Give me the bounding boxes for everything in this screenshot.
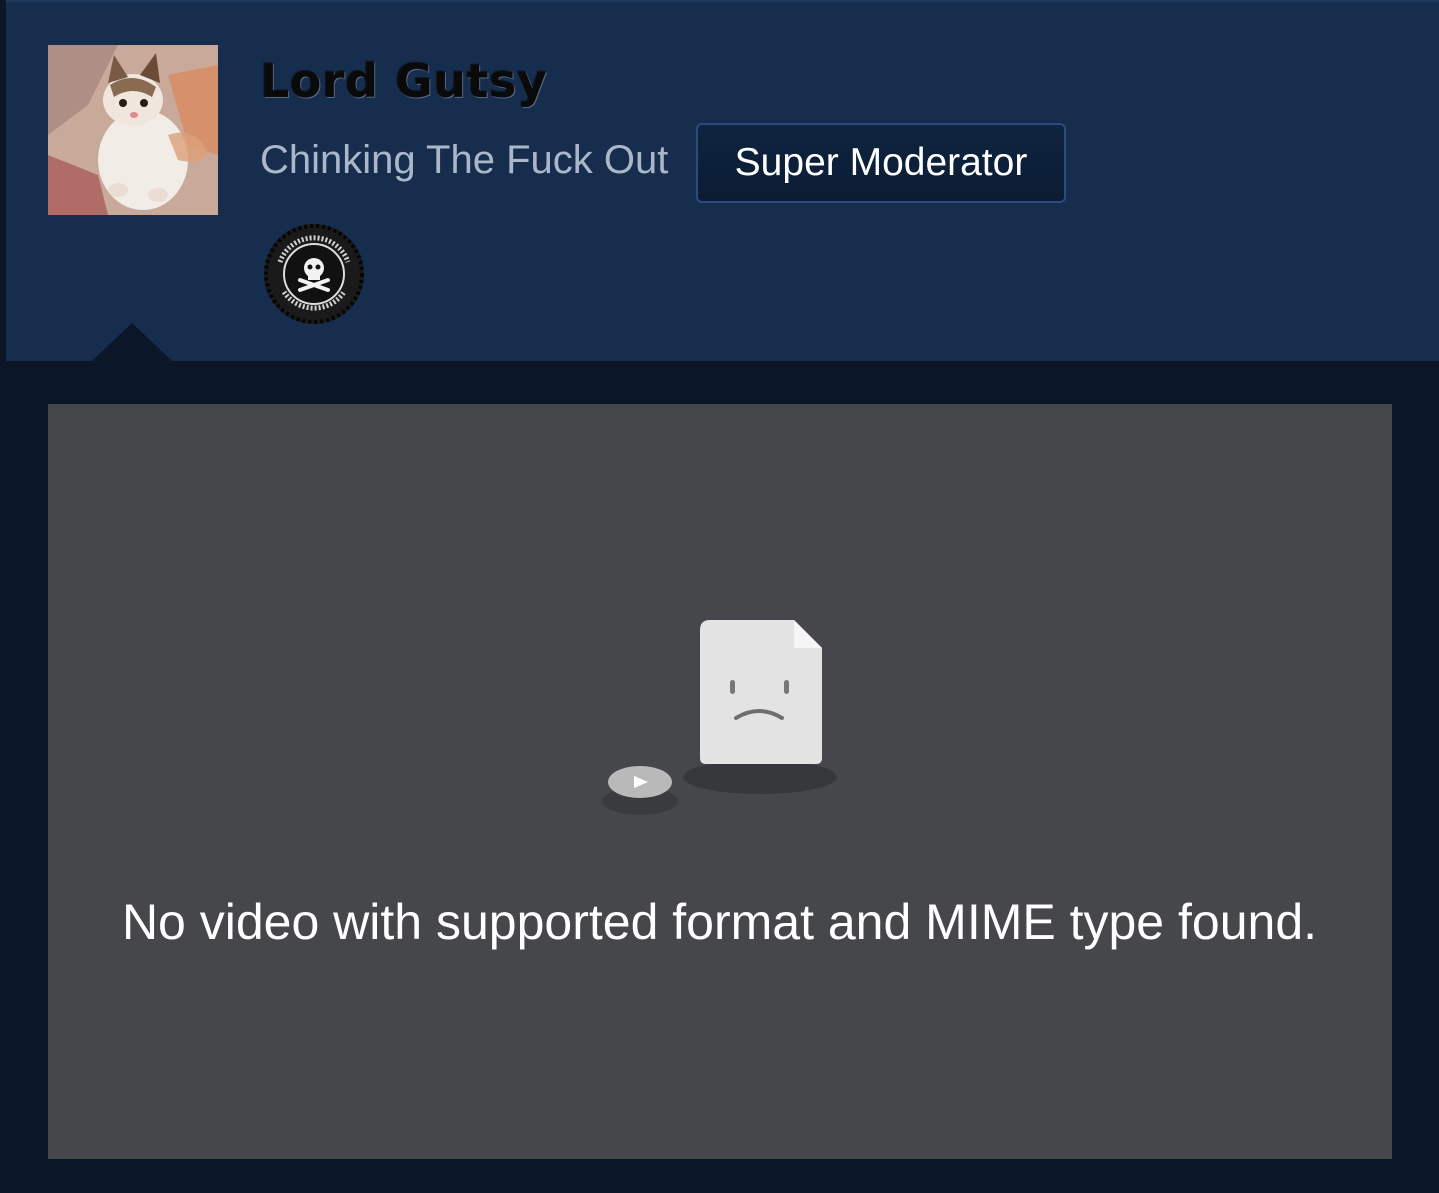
avatar[interactable]	[48, 45, 218, 215]
header-pointer	[92, 323, 172, 361]
skull-crossbones-badge-icon[interactable]	[262, 222, 366, 326]
sad-file-icon	[598, 618, 840, 818]
username[interactable]: Lord Gutsy	[260, 54, 547, 108]
user-title: Chinking The Fuck Out	[260, 138, 669, 182]
post-author-header: Lord Gutsy Chinking The Fuck Out Super M…	[6, 0, 1439, 361]
video-error-message: No video with supported format and MIME …	[121, 894, 1318, 950]
kitten-avatar	[48, 45, 218, 215]
post-container: Lord Gutsy Chinking The Fuck Out Super M…	[0, 0, 1439, 1193]
role-badge: Super Moderator	[696, 123, 1066, 203]
